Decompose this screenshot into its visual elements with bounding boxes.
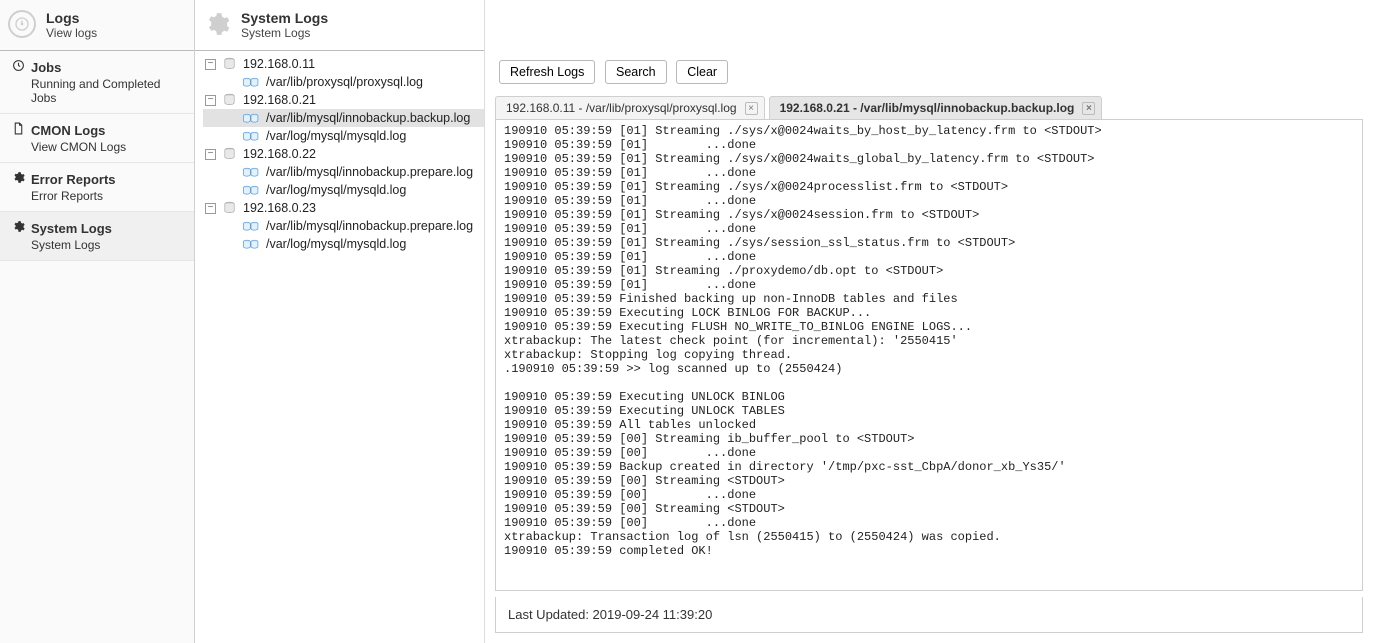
nav-desc: Running and Completed Jobs [31, 77, 186, 105]
nav-item-error-reports[interactable]: Error Reports Error Reports [0, 163, 194, 212]
tree-header-titles: System Logs System Logs [241, 10, 328, 40]
clear-button[interactable]: Clear [676, 60, 728, 84]
tree-file[interactable]: /var/log/mysql/mysqld.log [203, 181, 484, 199]
tree-file[interactable]: /var/lib/proxysql/proxysql.log [203, 73, 484, 91]
collapse-icon[interactable]: − [205, 59, 216, 70]
tree-file-label: /var/lib/mysql/innobackup.prepare.log [266, 165, 473, 179]
collapse-icon[interactable]: − [205, 95, 216, 106]
nav-label: CMON Logs [31, 123, 105, 138]
tree-header-title: System Logs [241, 10, 328, 26]
tree-host[interactable]: − 192.168.0.11 [203, 55, 484, 73]
tree-file-label: /var/lib/mysql/innobackup.prepare.log [266, 219, 473, 233]
collapse-icon[interactable]: − [205, 203, 216, 214]
file-icon [12, 122, 31, 138]
log-tab[interactable]: 192.168.0.21 - /var/lib/mysql/innobackup… [769, 96, 1103, 119]
logfile-icon [242, 220, 260, 233]
database-icon [222, 201, 237, 215]
tree-file-label: /var/log/mysql/mysqld.log [266, 237, 406, 251]
tab-label: 192.168.0.11 - /var/lib/proxysql/proxysq… [506, 101, 737, 115]
tree-file-label: /var/lib/mysql/innobackup.backup.log [266, 111, 470, 125]
nav-item-jobs[interactable]: Jobs Running and Completed Jobs [0, 51, 194, 114]
database-icon [222, 57, 237, 71]
nav-item-cmon-logs[interactable]: CMON Logs View CMON Logs [0, 114, 194, 163]
tree-file-label: /var/log/mysql/mysqld.log [266, 183, 406, 197]
tree-file[interactable]: /var/log/mysql/mysqld.log [203, 235, 484, 253]
tree-host-label: 192.168.0.11 [243, 57, 315, 71]
nav-list: Jobs Running and Completed Jobs CMON Logs V… [0, 51, 194, 261]
left-sidebar: Logs View logs Jobs Running and Completed… [0, 0, 195, 643]
tree-host[interactable]: − 192.168.0.22 [203, 145, 484, 163]
log-tab[interactable]: 192.168.0.11 - /var/lib/proxysql/proxysq… [495, 96, 765, 119]
tree-header: System Logs System Logs [195, 4, 484, 51]
file-tree: − 192.168.0.11/var/lib/proxysql/proxysql.… [195, 51, 484, 257]
tree-host[interactable]: − 192.168.0.23 [203, 199, 484, 217]
left-header: Logs View logs [0, 4, 194, 51]
close-icon[interactable]: × [745, 102, 758, 115]
log-output[interactable]: 190910 05:39:59 [01] Streaming ./sys/x@0… [495, 119, 1363, 591]
close-icon[interactable]: × [1082, 102, 1095, 115]
left-header-titles: Logs View logs [46, 10, 97, 40]
logfile-icon [242, 238, 260, 251]
refresh-button[interactable]: Refresh Logs [499, 60, 595, 84]
nav-desc: System Logs [31, 238, 186, 252]
tree-file-label: /var/log/mysql/mysqld.log [266, 129, 406, 143]
tree-host-label: 192.168.0.22 [243, 147, 316, 161]
nav-desc: Error Reports [31, 189, 186, 203]
dashboard-icon [8, 10, 36, 38]
nav-item-system-logs[interactable]: System Logs System Logs [0, 212, 194, 261]
tab-label: 192.168.0.21 - /var/lib/mysql/innobackup… [780, 101, 1075, 115]
clock-icon [12, 59, 31, 75]
tree-host-label: 192.168.0.21 [243, 93, 316, 107]
gear-icon [12, 220, 31, 236]
action-bar: Refresh Logs Search Clear [495, 10, 1363, 94]
logfile-icon [242, 130, 260, 143]
nav-label: System Logs [31, 221, 112, 236]
search-button[interactable]: Search [605, 60, 667, 84]
logfile-icon [242, 112, 260, 125]
content-area: Refresh Logs Search Clear 192.168.0.11 -… [485, 0, 1373, 643]
tree-file[interactable]: /var/lib/mysql/innobackup.backup.log [203, 109, 484, 127]
tree-file[interactable]: /var/log/mysql/mysqld.log [203, 127, 484, 145]
database-icon [222, 93, 237, 107]
tree-host[interactable]: − 192.168.0.21 [203, 91, 484, 109]
gear-icon [203, 10, 231, 38]
left-header-title: Logs [46, 10, 97, 26]
status-bar: Last Updated: 2019-09-24 11:39:20 [495, 597, 1363, 633]
tab-bar: 192.168.0.11 - /var/lib/proxysql/proxysq… [495, 96, 1363, 119]
left-header-subtitle: View logs [46, 26, 97, 40]
tree-panel: System Logs System Logs − 192.168.0.11/va… [195, 0, 485, 643]
nav-desc: View CMON Logs [31, 140, 186, 154]
collapse-icon[interactable]: − [205, 149, 216, 160]
nav-label: Jobs [31, 60, 61, 75]
nav-label: Error Reports [31, 172, 116, 187]
logfile-icon [242, 76, 260, 89]
tree-host-label: 192.168.0.23 [243, 201, 316, 215]
gear-icon [12, 171, 31, 187]
tree-header-subtitle: System Logs [241, 26, 328, 40]
logfile-icon [242, 166, 260, 179]
tree-file[interactable]: /var/lib/mysql/innobackup.prepare.log [203, 217, 484, 235]
logfile-icon [242, 184, 260, 197]
database-icon [222, 147, 237, 161]
tree-file-label: /var/lib/proxysql/proxysql.log [266, 75, 423, 89]
tree-file[interactable]: /var/lib/mysql/innobackup.prepare.log [203, 163, 484, 181]
